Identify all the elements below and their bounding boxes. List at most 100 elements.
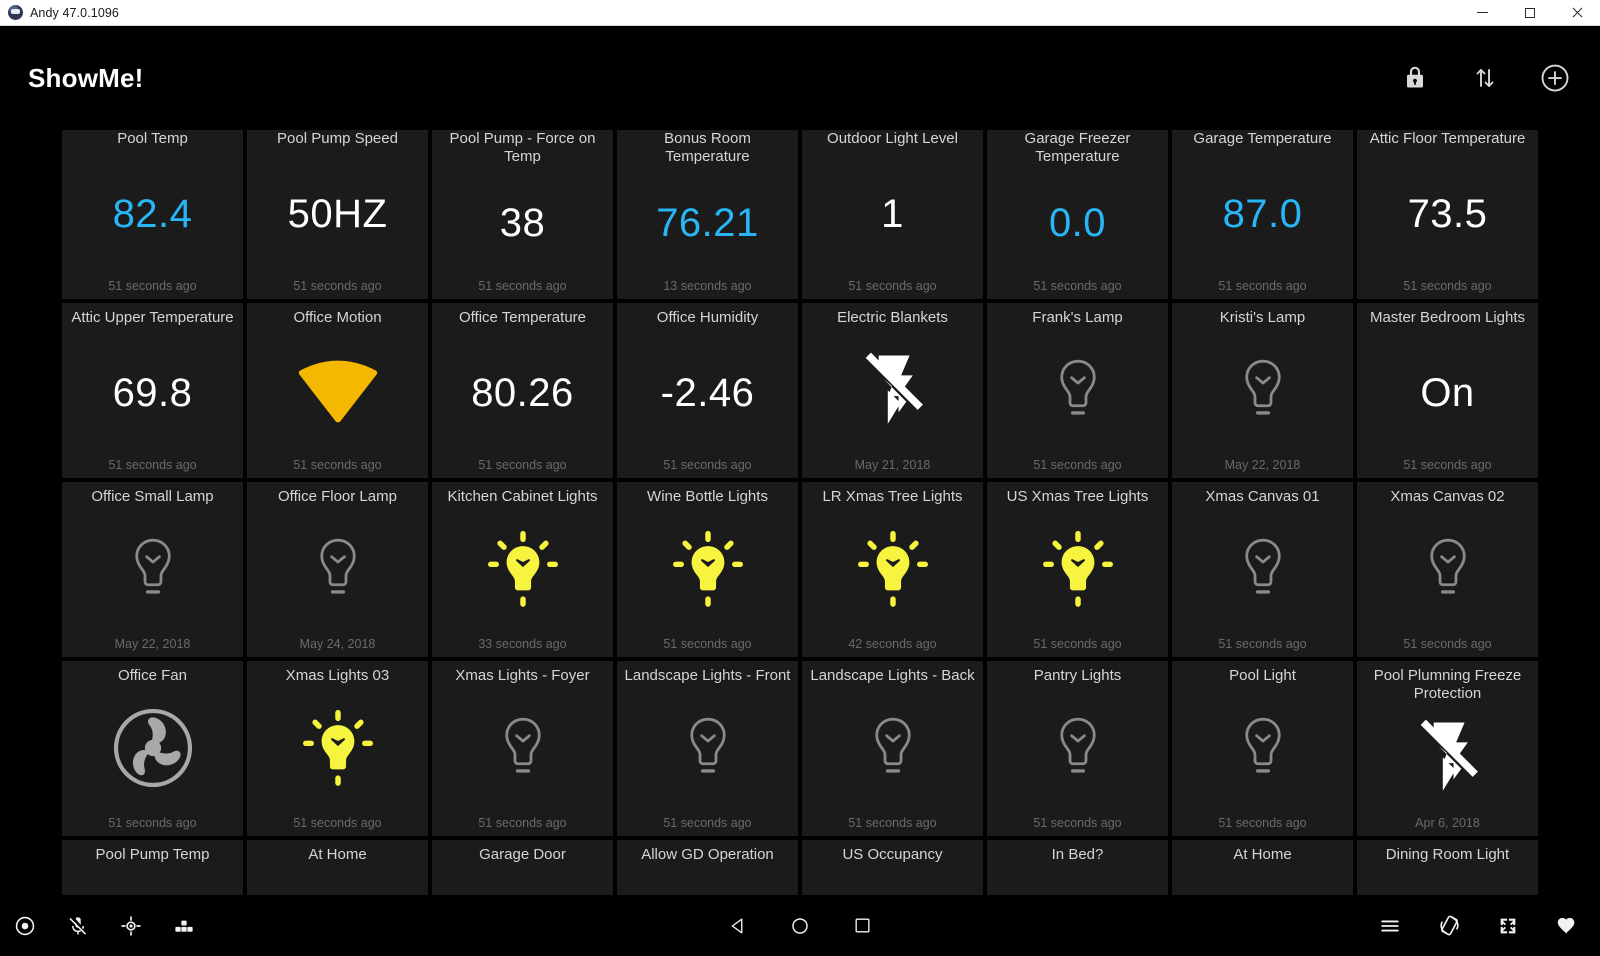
dashboard-tile[interactable]: Garage Temperature 87.0 51 seconds ago — [1172, 130, 1353, 299]
dashboard-tile[interactable]: LR Xmas Tree Lights 42 seconds ago — [802, 482, 983, 657]
tile-body — [991, 327, 1164, 458]
tile-value: 73.5 — [1407, 191, 1488, 236]
dashboard-tile[interactable]: Pantry Lights 51 seconds ago — [987, 661, 1168, 836]
dashboard-tile[interactable]: Attic Upper Temperature 69.8 51 seconds ag… — [62, 303, 243, 478]
keyboard-mapping-icon[interactable] — [169, 911, 199, 941]
tile-label: Attic Floor Temperature — [1369, 130, 1526, 147]
close-button[interactable] — [1553, 0, 1600, 26]
tile-body: On — [1361, 327, 1534, 458]
tile-label: US Occupancy — [842, 846, 943, 863]
bulb-on-icon — [299, 708, 377, 793]
tile-body: 69.8 — [66, 327, 239, 458]
lock-icon[interactable] — [1398, 61, 1432, 95]
fullscreen-icon[interactable] — [1493, 911, 1523, 941]
tile-label: Garage Door — [479, 846, 566, 863]
sort-icon[interactable] — [1468, 61, 1502, 95]
dashboard-tile[interactable]: Outdoor Light Level 1 51 seconds ago — [802, 130, 983, 299]
tile-label: At Home — [1233, 846, 1292, 863]
tile-body — [251, 506, 424, 637]
tile-label: US Xmas Tree Lights — [1006, 488, 1149, 505]
bulb-off-icon — [491, 711, 555, 790]
tile-grid: Pool Temp 82.4 51 seconds ago Pool Pump Spe… — [62, 130, 1538, 956]
home-button[interactable] — [783, 909, 817, 943]
recents-button[interactable] — [845, 909, 879, 943]
favorite-icon[interactable] — [1552, 911, 1582, 941]
tile-timestamp: 51 seconds ago — [478, 279, 567, 293]
tile-value: 50HZ — [287, 191, 388, 236]
tile-body: 73.5 — [1361, 148, 1534, 279]
bulb-off-icon — [1231, 353, 1295, 432]
microphone-off-icon[interactable] — [63, 911, 93, 941]
tile-label: Office Small Lamp — [91, 488, 214, 505]
tile-label: Frank's Lamp — [1032, 309, 1123, 326]
dashboard-tile[interactable]: Electric Blankets May 21, 2018 — [802, 303, 983, 478]
dashboard-tile[interactable]: Kitchen Cabinet Lights 33 seconds ago — [432, 482, 613, 657]
tile-value: 82.4 — [112, 191, 193, 236]
tile-label: Attic Upper Temperature — [71, 309, 234, 326]
tile-timestamp: 51 seconds ago — [293, 279, 382, 293]
dashboard-tile[interactable]: Pool Pump - Force on Temp 38 51 seconds ag… — [432, 130, 613, 299]
dashboard-tile[interactable]: Office Floor Lamp May 24, 2018 — [247, 482, 428, 657]
dashboard-tile[interactable]: Office Fan 51 seconds ago — [62, 661, 243, 836]
dashboard-tile[interactable]: US Xmas Tree Lights 51 seconds ago — [987, 482, 1168, 657]
tile-label: Office Fan — [118, 667, 187, 684]
tile-body — [436, 685, 609, 816]
close-icon — [1571, 7, 1583, 19]
tile-label: Xmas Lights 03 — [285, 667, 390, 684]
record-icon[interactable] — [10, 911, 40, 941]
dashboard-tile[interactable]: Office Small Lamp May 22, 2018 — [62, 482, 243, 657]
tile-label: Office Motion — [293, 309, 382, 326]
dashboard-tile[interactable]: Pool Plumning Freeze Protection Apr 6, 2… — [1357, 661, 1538, 836]
tile-label: In Bed? — [1051, 846, 1104, 863]
menu-icon[interactable] — [1375, 911, 1405, 941]
bulb-off-icon — [306, 532, 370, 611]
tile-label: Landscape Lights - Back — [810, 667, 975, 684]
tile-timestamp: 51 seconds ago — [1403, 279, 1492, 293]
tile-label: Office Temperature — [458, 309, 586, 326]
dashboard-tile[interactable]: Xmas Canvas 01 51 seconds ago — [1172, 482, 1353, 657]
rotate-screen-icon[interactable] — [1434, 911, 1464, 941]
dashboard-tile[interactable]: Pool Light 51 seconds ago — [1172, 661, 1353, 836]
minimize-button[interactable] — [1459, 0, 1506, 26]
dashboard-tile[interactable]: Landscape Lights - Back 51 seconds ago — [802, 661, 983, 836]
minimize-icon — [1477, 12, 1488, 13]
dashboard-tile[interactable]: Master Bedroom Lights On 51 seconds ago — [1357, 303, 1538, 478]
bulb-off-icon — [861, 711, 925, 790]
dashboard-tile[interactable]: Garage Freezer Temperature 0.0 51 seconds … — [987, 130, 1168, 299]
dashboard-tile[interactable]: Pool Pump Speed 50HZ 51 seconds ago — [247, 130, 428, 299]
back-button[interactable] — [721, 909, 755, 943]
dashboard-tile[interactable]: Office Humidity -2.46 51 seconds ago — [617, 303, 798, 478]
tile-timestamp: 51 seconds ago — [293, 458, 382, 472]
tile-body: 82.4 — [66, 148, 239, 279]
maximize-button[interactable] — [1506, 0, 1553, 26]
tile-label: Wine Bottle Lights — [647, 488, 768, 505]
tile-timestamp: 13 seconds ago — [663, 279, 752, 293]
dashboard: Pool Temp 82.4 51 seconds ago Pool Pump Spe… — [0, 130, 1600, 956]
dashboard-tile[interactable]: Xmas Lights - Foyer 51 seconds ago — [432, 661, 613, 836]
dashboard-tile[interactable]: Landscape Lights - Front 51 seconds ago — [617, 661, 798, 836]
bulb-off-icon — [1231, 532, 1295, 611]
dashboard-tile[interactable]: Pool Temp 82.4 51 seconds ago — [62, 130, 243, 299]
dashboard-tile[interactable]: Bonus Room Temperature 76.21 13 seconds ag… — [617, 130, 798, 299]
dashboard-tile[interactable]: Frank's Lamp 51 seconds ago — [987, 303, 1168, 478]
emulator-tools-left — [0, 911, 528, 941]
android-nav-bar — [528, 909, 1072, 943]
dashboard-tile[interactable]: Kristi's Lamp May 22, 2018 — [1172, 303, 1353, 478]
tile-label: Pool Pump - Force on Temp — [449, 130, 596, 165]
flash-off-icon — [854, 347, 932, 438]
tile-timestamp: May 21, 2018 — [854, 458, 931, 472]
tile-value: On — [1420, 370, 1475, 415]
tile-label: Pool Pump Temp — [95, 846, 210, 863]
dashboard-tile[interactable]: Attic Floor Temperature 73.5 51 seconds ag… — [1357, 130, 1538, 299]
tile-body — [251, 327, 424, 458]
dashboard-tile[interactable]: Office Motion 51 seconds ago — [247, 303, 428, 478]
tile-body: 87.0 — [1176, 148, 1349, 279]
dashboard-tile[interactable]: Office Temperature 80.26 51 seconds ago — [432, 303, 613, 478]
location-icon[interactable] — [116, 911, 146, 941]
dashboard-tile[interactable]: Xmas Canvas 02 51 seconds ago — [1357, 482, 1538, 657]
add-icon[interactable] — [1538, 61, 1572, 95]
dashboard-tile[interactable]: Xmas Lights 03 51 seconds ago — [247, 661, 428, 836]
tile-timestamp: 51 seconds ago — [478, 816, 567, 830]
dashboard-tile[interactable]: Wine Bottle Lights 51 seconds ago — [617, 482, 798, 657]
tile-label: Office Humidity — [656, 309, 759, 326]
